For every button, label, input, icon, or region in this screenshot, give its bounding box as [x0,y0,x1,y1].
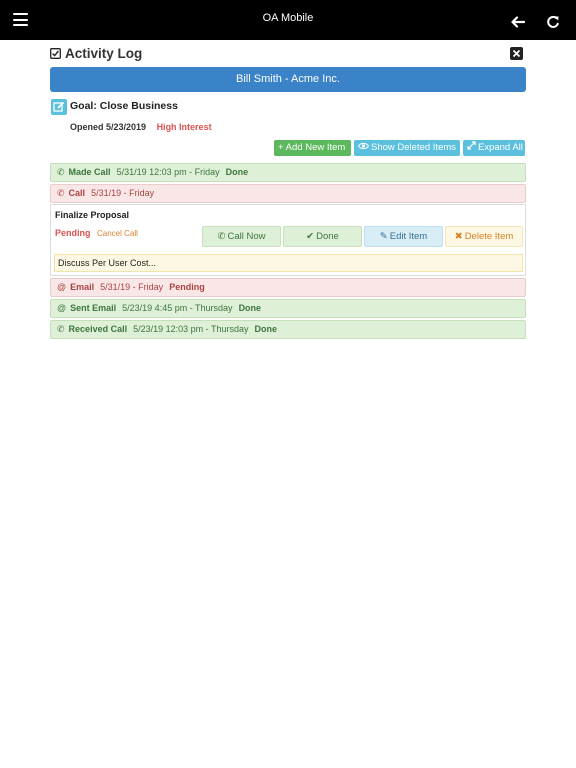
activity-row-received-call[interactable]: ✆ Received Call 5/23/19 12:03 pm - Thursda… [50,320,526,339]
interest-badge: High Interest [156,122,212,132]
delete-item-button[interactable]: ✖ Delete Item [445,226,523,247]
activity-title: Finalize Proposal [55,210,130,220]
app-title: OA Mobile [262,12,314,24]
activity-log-header: Activity Log [50,46,526,64]
opened-date: Opened 5/23/2019 [70,122,147,132]
status-badge: Done [254,324,277,334]
eye-icon [357,140,370,156]
expand-icon [467,140,476,156]
page-title: Activity Log [65,46,143,61]
goal-label: Goal: Close Business [70,100,178,112]
cancel-call-link[interactable]: Cancel Call [97,229,138,238]
checkmark-icon: ✔ [306,231,315,242]
at-icon: @ [57,282,67,292]
add-new-item-button[interactable]: + Add New Item [274,140,351,156]
back-arrow-icon[interactable] [511,16,525,28]
x-icon: ✖ [454,231,463,242]
phone-icon: ✆ [57,324,65,334]
edit-item-button[interactable]: ✎ Edit Item [364,226,443,247]
activity-row-sent-email[interactable]: @ Sent Email 5/23/19 4:45 pm - Thursday Don… [50,299,526,318]
show-deleted-items-button[interactable]: Show Deleted Items [354,140,460,156]
top-bar: OA Mobile [0,0,576,40]
phone-icon: ✆ [57,188,65,198]
edit-goal-icon[interactable] [51,99,67,115]
expanded-activity-panel: Finalize Proposal Pending Cancel Call ✆ C… [50,204,526,276]
checkbox-icon [50,48,61,59]
status-badge: Done [225,167,249,177]
done-button[interactable]: ✔ Done [283,226,362,247]
at-icon: @ [57,303,67,313]
status-badge: Pending [55,228,91,238]
activity-row-made-call[interactable]: ✆ Made Call 5/31/19 12:03 pm - Friday Done [50,163,526,182]
show-deleted-label: Show Deleted Items [371,142,457,153]
call-now-button[interactable]: ✆ Call Now [202,226,281,247]
phone-icon: ✆ [57,167,65,177]
expand-all-label: Expand All [478,142,523,153]
status-badge: Done [238,303,262,313]
close-icon[interactable] [510,47,523,60]
goal-row: Goal: Close Business [51,99,526,115]
contact-bar[interactable]: Bill Smith - Acme Inc. [50,67,526,92]
status-badge: Pending [169,282,205,292]
activity-row-email[interactable]: @ Email 5/31/19 - Friday Pending [50,278,526,297]
expand-all-button[interactable]: Expand All [463,140,525,156]
goal-meta: Opened 5/23/2019 High Interest [70,122,212,132]
activity-row-call[interactable]: ✆ Call 5/31/19 - Friday [50,184,526,203]
activity-note[interactable]: Discuss Per User Cost... [54,254,523,272]
phone-icon: ✆ [217,231,226,242]
refresh-icon[interactable] [546,15,560,29]
pencil-icon: ✎ [379,231,388,242]
